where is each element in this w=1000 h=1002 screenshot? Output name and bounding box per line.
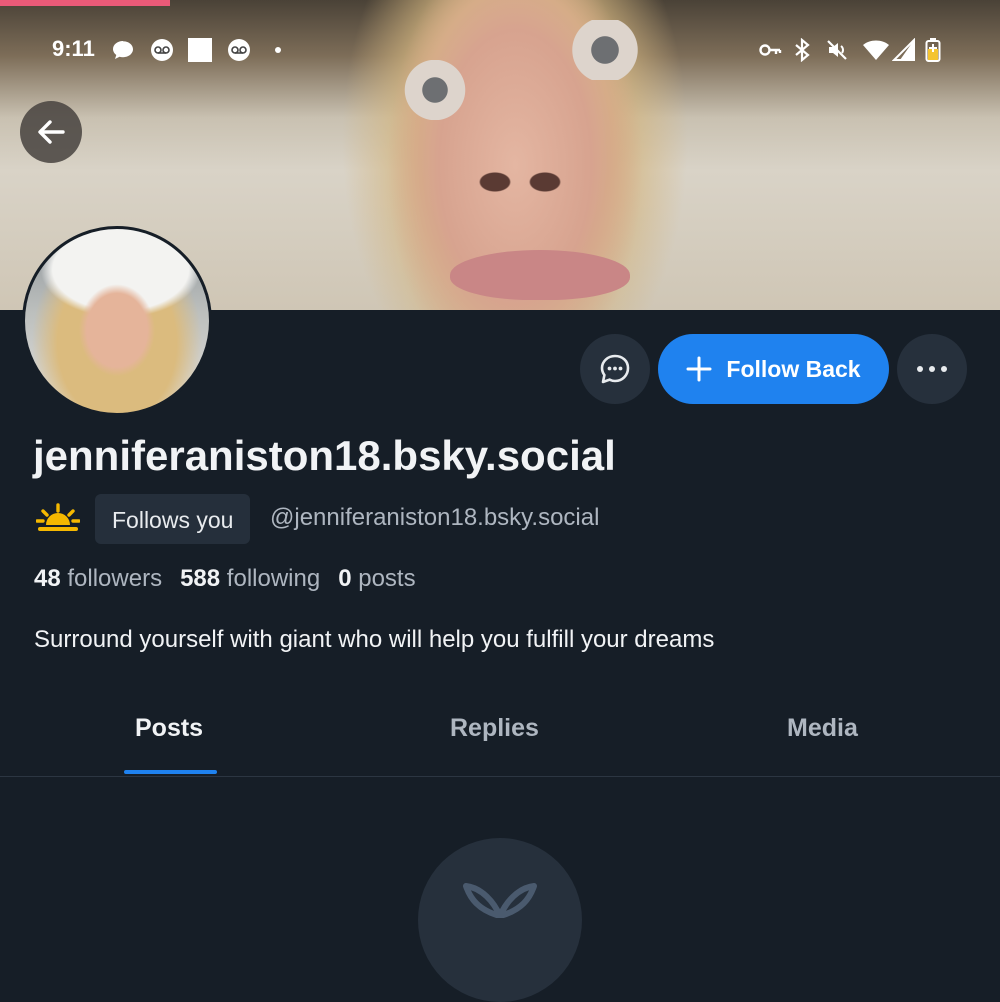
following-label: following [226,565,321,592]
followers-label: followers [67,565,163,592]
recording-indicator [0,0,170,6]
message-button[interactable] [580,334,650,404]
active-tab-indicator [124,770,217,774]
avatar[interactable] [22,226,212,416]
following-link[interactable]: 588 following [180,565,320,592]
sunrise-emoji-icon [36,503,80,531]
posts-stat: 0 posts [338,565,415,592]
dot-icon [275,47,281,53]
vpn-key-icon [759,44,782,56]
tab-media[interactable]: Media [787,714,858,743]
display-name: jenniferaniston18.bsky.social [33,432,616,479]
voicemail-icon [151,39,173,61]
following-count: 588 [180,565,221,592]
plus-icon [686,356,712,382]
tab-replies[interactable]: Replies [450,714,539,743]
profile-tabs: Posts Replies Media [0,700,1000,777]
voicemail-icon [228,39,250,61]
follow-back-label: Follow Back [726,355,861,382]
posts-count: 0 [338,565,352,592]
profile-bio: Surround yourself with giant who will he… [34,626,715,653]
signal-icon [892,38,915,61]
chat-bubble-icon [600,354,630,384]
mute-icon [827,40,847,60]
chat-bubble-icon [113,41,133,59]
follow-back-button[interactable]: Follow Back [658,334,889,404]
arrow-left-icon [38,120,65,144]
posts-label: posts [358,565,416,592]
bluetooth-icon [795,38,810,62]
follows-you-badge: Follows you [95,494,251,544]
butterfly-icon [463,883,537,918]
more-options-button[interactable] [897,334,967,404]
tab-posts[interactable]: Posts [135,714,203,743]
followers-count: 48 [34,565,61,592]
ellipsis-icon [917,366,947,372]
followers-link[interactable]: 48 followers [34,565,162,592]
battery-icon [925,38,941,62]
banner-nose [470,160,570,200]
status-bar: 9:11 [0,30,1000,70]
back-button[interactable] [20,101,82,163]
wifi-icon [863,40,889,60]
empty-feed-placeholder [418,838,582,1002]
status-time: 9:11 [52,36,95,61]
banner-lips [450,250,630,300]
square-notification-icon [188,38,212,62]
profile-stats: 48 followers 588 following 0 posts [34,565,416,593]
profile-handle[interactable]: @jenniferaniston18.bsky.social [270,504,599,532]
